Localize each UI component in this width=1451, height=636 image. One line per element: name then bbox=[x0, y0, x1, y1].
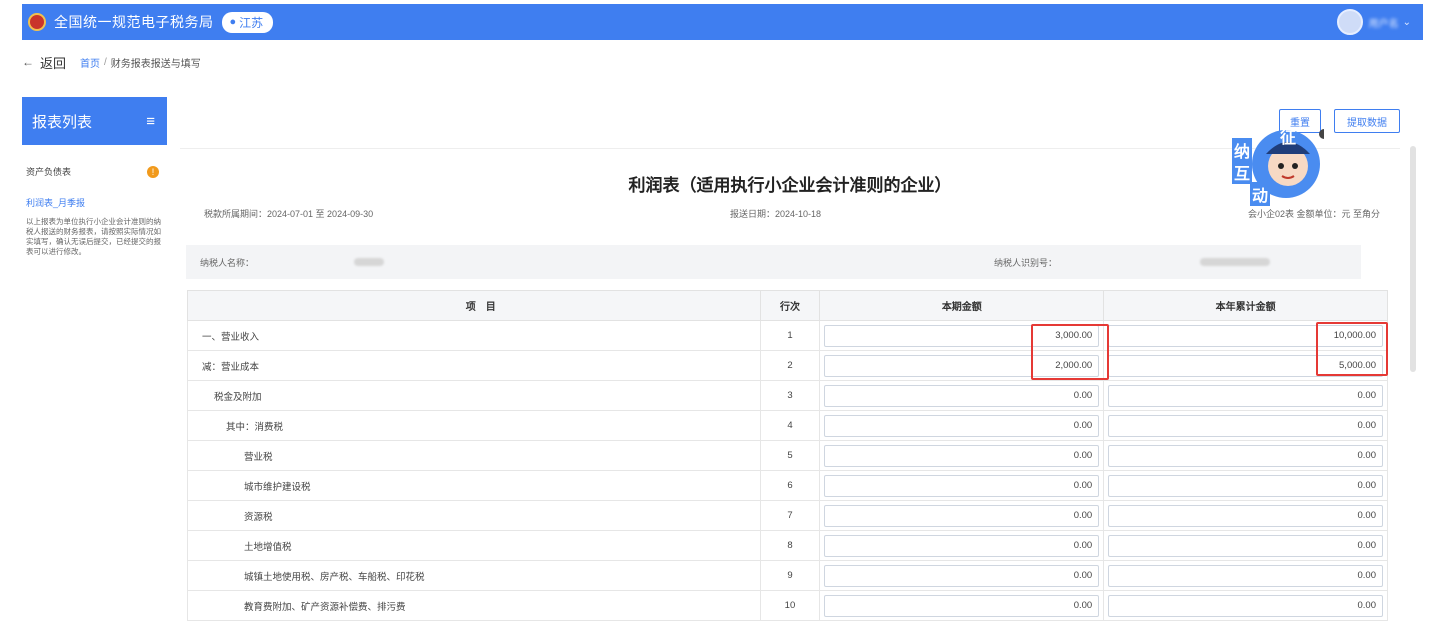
avatar bbox=[1336, 9, 1363, 35]
sidebar-item-balance-sheet[interactable]: 资产负债表 ! bbox=[22, 165, 167, 178]
row-line: 10 bbox=[759, 590, 821, 621]
row-item: 税金及附加 bbox=[187, 380, 761, 411]
row-item: 其中：消费税 bbox=[187, 410, 761, 441]
row-item: 土地增值税 bbox=[187, 530, 761, 561]
assistant-mascot-widget[interactable]: 征 纳 互 动 bbox=[1228, 120, 1329, 208]
row-item: 一、营业收入 bbox=[187, 320, 761, 351]
tax-period: 税款所属期间：2024-07-01 至 2024-09-30 bbox=[204, 209, 374, 219]
breadcrumb: ← 返回 首页 / 财务报表报送与填写 bbox=[22, 52, 201, 72]
current-amount-input[interactable]: 0.00 bbox=[824, 414, 1100, 437]
current-amount-input[interactable]: 0.00 bbox=[824, 474, 1100, 497]
ytd-amount-input[interactable]: 0.00 bbox=[1108, 414, 1383, 437]
ytd-amount-input[interactable]: 0.00 bbox=[1108, 504, 1383, 527]
row-item: 城市维护建设税 bbox=[187, 470, 761, 501]
table-row: 减：营业成本 2 2,000.00 5,000.00 bbox=[187, 350, 1388, 381]
table-row: 其中：消费税 4 0.00 0.00 bbox=[187, 410, 1388, 441]
chevron-down-icon: ⌄ bbox=[1402, 16, 1411, 28]
mascot-char: 互 bbox=[1232, 160, 1253, 184]
ytd-amount-input[interactable]: 0.00 bbox=[1108, 474, 1383, 497]
row-item: 营业税 bbox=[187, 440, 761, 471]
table-row: 资源税 7 0.00 0.00 bbox=[187, 500, 1388, 531]
col-header-line: 行次 bbox=[759, 290, 821, 321]
current-amount-input[interactable]: 0.00 bbox=[824, 534, 1100, 557]
sidebar-item-income-statement[interactable]: 利润表_月季报 bbox=[22, 196, 167, 209]
sidebar-title: 报表列表 bbox=[32, 113, 93, 131]
row-line: 8 bbox=[759, 530, 821, 561]
taxpayer-name-redacted bbox=[354, 258, 385, 266]
region-selector[interactable]: ● 江苏 bbox=[221, 11, 274, 33]
mascot-char: 纳 bbox=[1232, 138, 1253, 162]
table-header-row: 项 目 行次 本期金额 本年累计金额 bbox=[187, 290, 1388, 321]
row-line: 3 bbox=[759, 380, 821, 411]
menu-icon[interactable]: ≡ bbox=[146, 113, 155, 130]
row-line: 2 bbox=[759, 350, 821, 381]
ytd-amount-input[interactable]: 0.00 bbox=[1108, 564, 1383, 587]
taxpayer-id-redacted bbox=[1199, 257, 1270, 266]
row-line: 4 bbox=[759, 410, 821, 441]
ytd-amount-input[interactable]: 0.00 bbox=[1108, 444, 1383, 467]
row-item: 教育费附加、矿产资源补偿费、排污费 bbox=[187, 590, 761, 621]
user-name: 用户名 bbox=[1368, 18, 1399, 30]
income-statement-table: 项 目 行次 本期金额 本年累计金额 一、营业收入 1 3,000.00 10,… bbox=[187, 290, 1388, 621]
ytd-amount-input[interactable]: 0.00 bbox=[1108, 534, 1383, 557]
report-panel: 重置 提取数据 利润表（适用执行小企业会计准则的企业） 税款所属期间：2024-… bbox=[180, 97, 1400, 636]
back-arrow-icon[interactable]: ← bbox=[22, 55, 34, 69]
app-title: 全国统一规范电子税务局 bbox=[54, 14, 214, 30]
region-label: 江苏 bbox=[239, 15, 264, 30]
sidebar-header: 报表列表 ≡ bbox=[22, 97, 167, 145]
row-line: 9 bbox=[759, 560, 821, 591]
row-item: 资源税 bbox=[187, 500, 761, 531]
breadcrumb-current: 财务报表报送与填写 bbox=[110, 58, 201, 70]
ytd-amount-input[interactable]: 0.00 bbox=[1108, 384, 1383, 407]
current-amount-input[interactable]: 0.00 bbox=[824, 564, 1100, 587]
table-row: 城镇土地使用税、房产税、车船税、印花税 9 0.00 0.00 bbox=[187, 560, 1388, 591]
current-amount-input[interactable]: 0.00 bbox=[824, 384, 1100, 407]
highlight-ytd-amounts bbox=[1316, 322, 1388, 376]
current-amount-input[interactable]: 0.00 bbox=[824, 504, 1100, 527]
unit-note: 会小企02表 金额单位：元 至角分 bbox=[1247, 209, 1380, 219]
col-header-current: 本期金额 bbox=[819, 290, 1105, 321]
report-list-sidebar: 报表列表 ≡ 资产负债表 ! 利润表_月季报 以上报表为单位执行小企业会计准则的… bbox=[22, 97, 167, 297]
col-header-ytd: 本年累计金额 bbox=[1103, 290, 1388, 321]
warning-icon: ! bbox=[147, 165, 159, 178]
table-row: 土地增值税 8 0.00 0.00 bbox=[187, 530, 1388, 561]
row-item: 城镇土地使用税、房产税、车船税、印花税 bbox=[187, 560, 761, 591]
row-line: 7 bbox=[759, 500, 821, 531]
table-row: 营业税 5 0.00 0.00 bbox=[187, 440, 1388, 471]
sidebar-item-label: 资产负债表 bbox=[26, 167, 72, 177]
toolbar: 重置 提取数据 bbox=[180, 97, 1400, 149]
top-nav-bar: 全国统一规范电子税务局 ● 江苏 用户名 ⌄ bbox=[22, 4, 1423, 40]
breadcrumb-home[interactable]: 首页 bbox=[80, 55, 100, 70]
fill-date: 报送日期：2024-10-18 bbox=[730, 209, 822, 219]
fetch-data-button[interactable]: 提取数据 bbox=[1334, 109, 1400, 133]
row-item: 减：营业成本 bbox=[187, 350, 761, 381]
table-row: 税金及附加 3 0.00 0.00 bbox=[187, 380, 1388, 411]
ytd-amount-input[interactable]: 0.00 bbox=[1108, 594, 1383, 617]
row-line: 6 bbox=[759, 470, 821, 501]
location-pin-icon: ● bbox=[229, 16, 237, 28]
taxpayer-info-bar: 纳税人名称： 纳税人识别号： bbox=[186, 245, 1361, 279]
mascot-char: 动 bbox=[1250, 182, 1271, 206]
table-row: 城市维护建设税 6 0.00 0.00 bbox=[187, 470, 1388, 501]
sidebar-note: 以上报表为单位执行小企业会计准则的纳税人报送的财务报表，请按照实际情况如实填写，… bbox=[26, 217, 161, 256]
back-button[interactable]: 返回 bbox=[40, 53, 66, 72]
taxpayer-id-label: 纳税人识别号： bbox=[994, 256, 1270, 269]
table-row: 教育费附加、矿产资源补偿费、排污费 10 0.00 0.00 bbox=[187, 590, 1388, 621]
breadcrumb-separator: / bbox=[104, 56, 107, 68]
row-line: 1 bbox=[759, 320, 821, 351]
vertical-scrollbar[interactable] bbox=[1410, 146, 1416, 372]
table-row: 一、营业收入 1 3,000.00 10,000.00 bbox=[187, 320, 1388, 351]
report-title: 利润表（适用执行小企业会计准则的企业） bbox=[628, 176, 952, 195]
current-amount-input[interactable]: 0.00 bbox=[824, 594, 1100, 617]
taxpayer-name-label: 纳税人名称： bbox=[200, 257, 255, 268]
col-header-item: 项 目 bbox=[187, 290, 761, 321]
highlight-current-amounts bbox=[1031, 324, 1109, 380]
sidebar-item-label: 利润表_月季报 bbox=[26, 198, 86, 208]
current-amount-input[interactable]: 0.00 bbox=[824, 444, 1100, 467]
mascot-char: 征 bbox=[1280, 130, 1297, 147]
row-line: 5 bbox=[759, 440, 821, 471]
tax-emblem-icon bbox=[28, 13, 46, 31]
user-menu[interactable]: 用户名 ⌄ bbox=[1336, 9, 1411, 35]
